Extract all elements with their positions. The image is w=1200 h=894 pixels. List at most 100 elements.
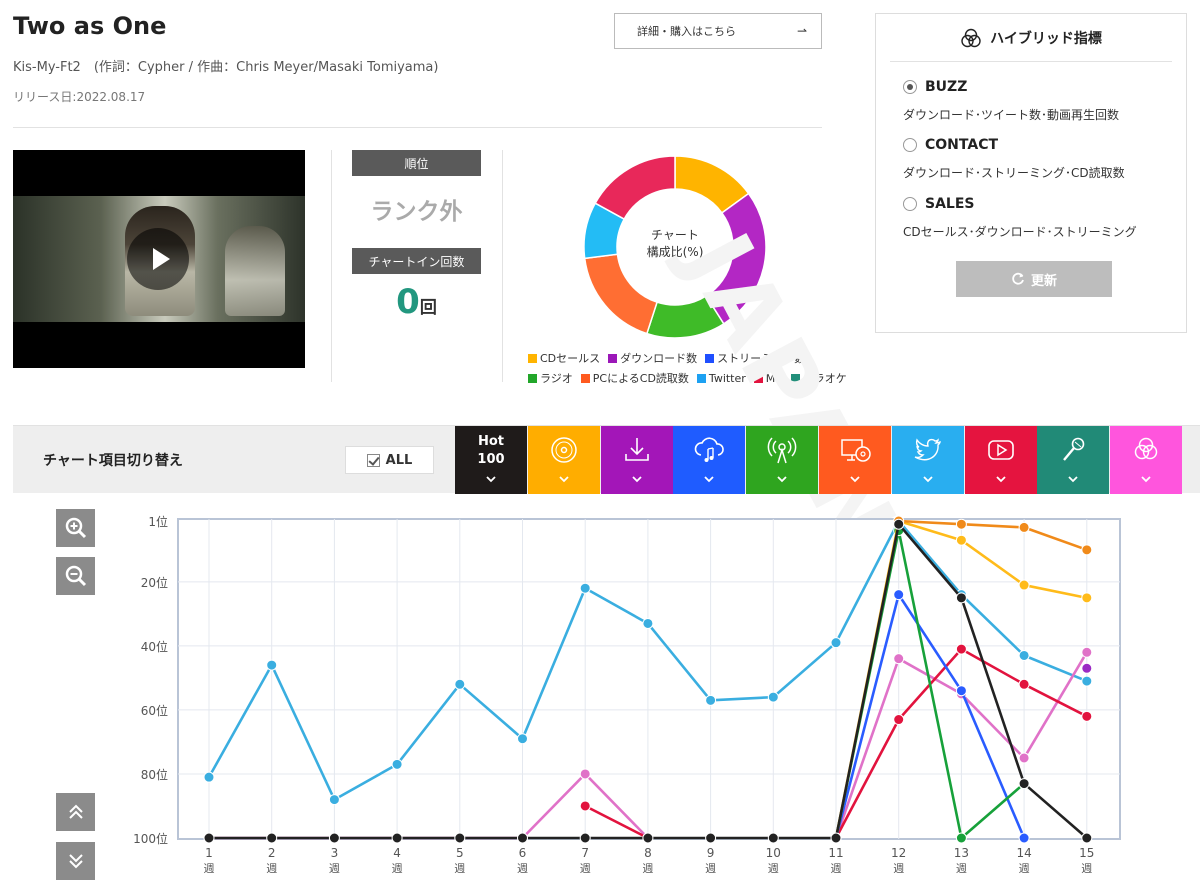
legend-swatch [696, 373, 706, 383]
radio-button[interactable] [903, 80, 917, 94]
tab-cd-sales[interactable] [527, 426, 600, 494]
data-point[interactable] [705, 832, 717, 844]
data-point[interactable] [1081, 646, 1093, 658]
data-point[interactable] [830, 832, 842, 844]
tab-label-line1: Hot [477, 434, 505, 449]
data-point[interactable] [893, 714, 905, 726]
x-tick-unit: 週 [329, 862, 340, 875]
data-point[interactable] [705, 694, 717, 706]
chart-in-count: 0回 [352, 282, 481, 322]
data-point[interactable] [955, 592, 967, 604]
data-point[interactable] [830, 637, 842, 649]
divider [502, 150, 503, 382]
data-point[interactable] [1081, 592, 1093, 604]
data-point[interactable] [203, 771, 215, 783]
data-point[interactable] [203, 832, 215, 844]
option-buzz[interactable]: BUZZ [903, 79, 967, 95]
tab-streaming[interactable] [673, 426, 746, 494]
data-point[interactable] [642, 617, 654, 629]
data-point[interactable] [893, 653, 905, 665]
option-contact[interactable]: CONTACT [903, 137, 998, 153]
data-point[interactable] [579, 832, 591, 844]
donut-segment-3 [583, 253, 659, 335]
data-point[interactable] [955, 643, 967, 655]
data-point[interactable] [391, 758, 403, 770]
radio-button[interactable] [903, 197, 917, 211]
data-point[interactable] [1018, 778, 1030, 790]
data-point[interactable] [1018, 832, 1030, 844]
tab-pc-cd-read[interactable] [819, 426, 891, 494]
x-tick-unit: 週 [580, 862, 591, 875]
video-thumbnail[interactable] [13, 150, 305, 368]
legend-label: ダウンロード数 [620, 352, 698, 365]
data-point[interactable] [955, 518, 967, 530]
data-point[interactable] [1081, 710, 1093, 722]
data-point[interactable] [955, 832, 967, 844]
tab-label-line2: 100 [477, 452, 505, 467]
data-point[interactable] [328, 794, 340, 806]
data-point[interactable] [579, 768, 591, 780]
data-point[interactable] [1081, 662, 1093, 674]
data-point[interactable] [454, 832, 466, 844]
data-point[interactable] [266, 659, 278, 671]
data-point[interactable] [642, 832, 654, 844]
all-label: ALL [385, 452, 413, 468]
cd-icon [551, 437, 577, 463]
data-point[interactable] [955, 685, 967, 697]
chevron-down-icon [1068, 476, 1079, 483]
divider [890, 61, 1172, 62]
data-point[interactable] [579, 582, 591, 594]
chart-in-count-label: チャートイン回数 [352, 248, 481, 274]
twitter-icon [914, 438, 941, 461]
y-tick-label: 40位 [141, 639, 168, 654]
data-point[interactable] [1081, 832, 1093, 844]
option-label: SALES [925, 196, 975, 212]
option-desc: ダウンロード･ツイート数･動画再生回数 [903, 108, 1120, 122]
tab-hybrid[interactable] [1110, 426, 1183, 494]
checkbox-icon [366, 453, 380, 467]
data-point[interactable] [391, 832, 403, 844]
tab-mv[interactable] [964, 426, 1037, 494]
radio-button[interactable] [903, 138, 917, 152]
data-point[interactable] [1018, 649, 1030, 661]
x-tick-label: 6 [519, 846, 527, 860]
data-point[interactable] [1018, 521, 1030, 533]
update-button[interactable]: 更新 [956, 261, 1112, 297]
option-sales[interactable]: SALES [903, 196, 975, 212]
y-tick-label: 20位 [141, 575, 168, 590]
pc-cd-icon [841, 439, 871, 462]
play-icon[interactable] [127, 228, 189, 290]
data-point[interactable] [454, 678, 466, 690]
data-point[interactable] [767, 691, 779, 703]
data-point[interactable] [266, 832, 278, 844]
data-point[interactable] [893, 589, 905, 601]
data-point[interactable] [767, 832, 779, 844]
arrow-icon: ⇀ [796, 24, 807, 38]
data-point[interactable] [1081, 675, 1093, 687]
tab-radio[interactable] [746, 426, 819, 494]
data-point[interactable] [328, 832, 340, 844]
chevron-down-icon [777, 476, 787, 483]
x-tick-unit: 週 [204, 862, 215, 875]
data-point[interactable] [517, 733, 528, 745]
data-point[interactable] [955, 534, 967, 546]
divider [331, 150, 332, 382]
tab-karaoke[interactable] [1037, 426, 1110, 494]
tab-twitter[interactable] [891, 426, 964, 494]
data-point[interactable] [1018, 678, 1030, 690]
song-credit: Kis-My-Ft2 (作詞：Cypher / 作曲：Chris Meyer/M… [13, 60, 439, 75]
data-point[interactable] [1018, 752, 1030, 764]
detail-purchase-button[interactable]: 詳細・購入はこちら ⇀ [614, 13, 822, 49]
all-checkbox[interactable]: ALL [345, 446, 434, 474]
y-tick-label: 80位 [141, 767, 168, 782]
data-point[interactable] [893, 518, 905, 530]
x-tick-label: 1 [205, 846, 213, 860]
tab-download[interactable] [600, 426, 673, 494]
data-point[interactable] [579, 800, 591, 812]
data-point[interactable] [517, 832, 528, 844]
x-tick-unit: 週 [1019, 862, 1030, 875]
data-point[interactable] [1081, 544, 1093, 556]
data-point[interactable] [1018, 579, 1030, 591]
legend-label: PCによるCD読取数 [592, 372, 689, 385]
tab-hot100[interactable]: Hot 100 [455, 426, 527, 494]
